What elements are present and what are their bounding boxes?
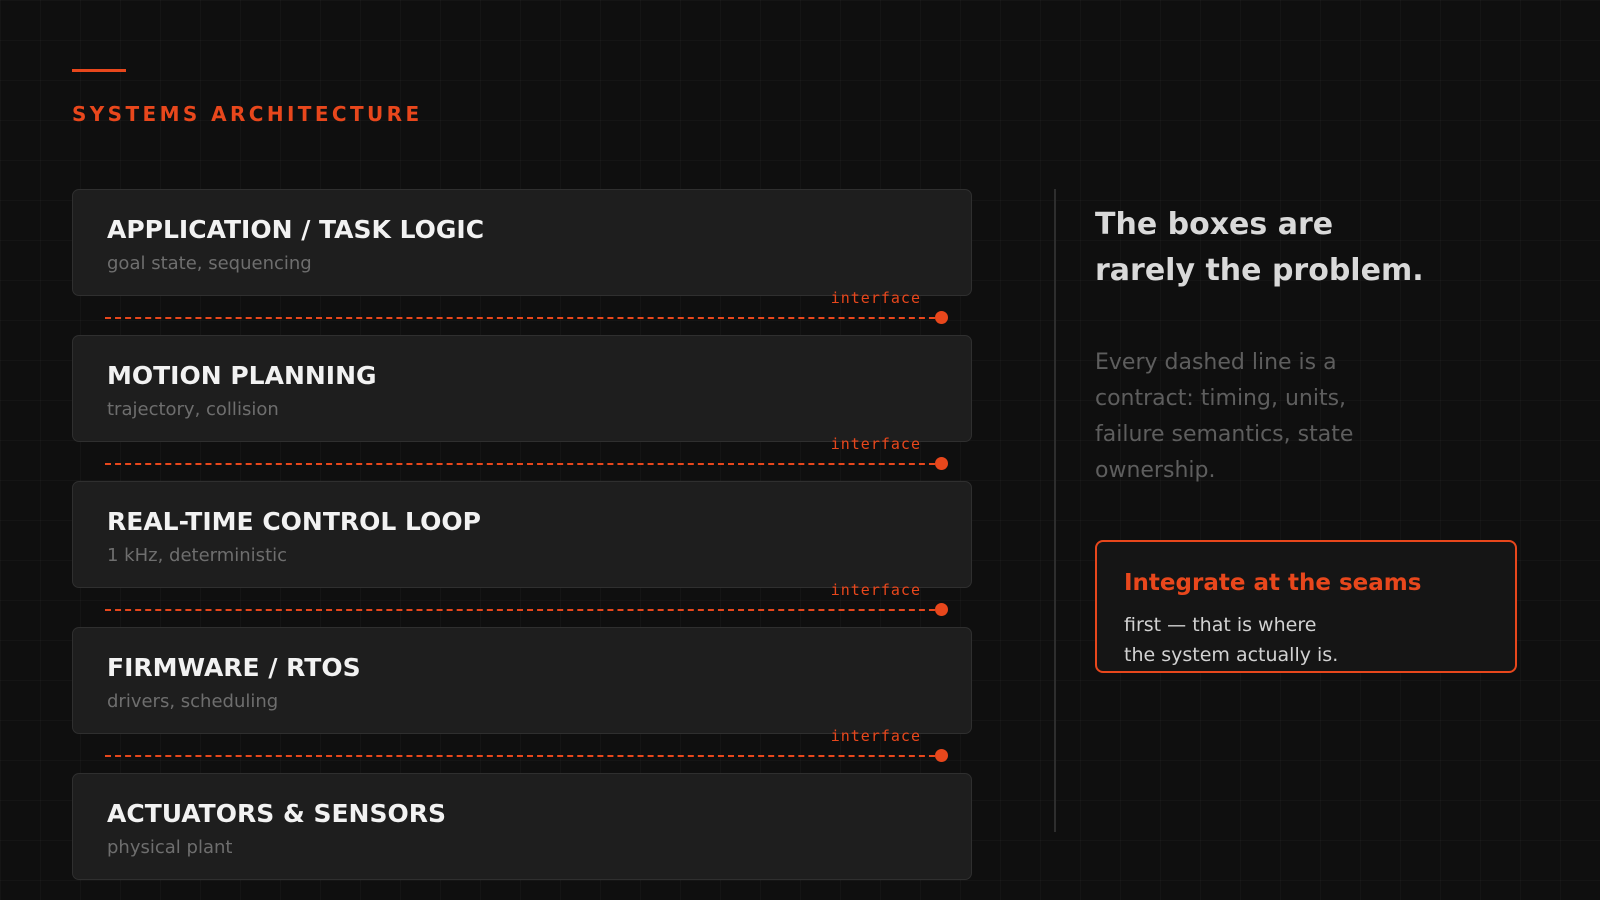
- interface-dashed-line: [105, 609, 945, 611]
- interface-connector: interface: [105, 435, 948, 476]
- interface-dot-icon: [935, 457, 948, 470]
- interface-dot-icon: [935, 749, 948, 762]
- interface-label: interface: [830, 289, 921, 307]
- interface-dashed-line: [105, 463, 945, 465]
- layer-motion-planning: MOTION PLANNING trajectory, collision: [72, 335, 972, 442]
- sidebar-body: Every dashed line is a contract: timing,…: [1095, 345, 1515, 489]
- interface-label: interface: [830, 727, 921, 745]
- interface-connector: interface: [105, 581, 948, 622]
- interface-connector: interface: [105, 727, 948, 768]
- vertical-divider: [1054, 189, 1056, 832]
- accent-bar: [72, 69, 126, 72]
- layer-title: REAL-TIME CONTROL LOOP: [107, 507, 481, 536]
- body-line: ownership.: [1095, 458, 1216, 483]
- interface-dot-icon: [935, 311, 948, 324]
- layer-application: APPLICATION / TASK LOGIC goal state, seq…: [72, 189, 972, 296]
- interface-label: interface: [830, 581, 921, 599]
- layer-title: FIRMWARE / RTOS: [107, 653, 361, 682]
- interface-dashed-line: [105, 317, 945, 319]
- layer-control-loop: REAL-TIME CONTROL LOOP 1 kHz, determinis…: [72, 481, 972, 588]
- callout-title: Integrate at the seams: [1124, 570, 1422, 596]
- callout-body: first — that is where the system actuall…: [1124, 610, 1338, 670]
- interface-label: interface: [830, 435, 921, 453]
- body-line: Every dashed line is a: [1095, 350, 1337, 375]
- body-line: failure semantics, state: [1095, 422, 1354, 447]
- section-label: SYSTEMS ARCHITECTURE: [72, 102, 423, 126]
- interface-connector: interface: [105, 289, 948, 330]
- interface-dot-icon: [935, 603, 948, 616]
- layer-title: MOTION PLANNING: [107, 361, 377, 390]
- layer-title: ACTUATORS & SENSORS: [107, 799, 446, 828]
- layer-title: APPLICATION / TASK LOGIC: [107, 215, 485, 244]
- headline-line: rarely the problem.: [1095, 253, 1424, 288]
- sidebar-headline: The boxes are rarely the problem.: [1095, 202, 1535, 294]
- callout-line: the system actually is.: [1124, 644, 1339, 666]
- callout-box: Integrate at the seams first — that is w…: [1095, 540, 1517, 673]
- layer-actuators-sensors: ACTUATORS & SENSORS physical plant: [72, 773, 972, 880]
- body-line: contract: timing, units,: [1095, 386, 1347, 411]
- layer-subtitle: drivers, scheduling: [107, 691, 279, 712]
- layer-firmware: FIRMWARE / RTOS drivers, scheduling: [72, 627, 972, 734]
- layer-subtitle: trajectory, collision: [107, 399, 279, 420]
- interface-dashed-line: [105, 755, 945, 757]
- layer-subtitle: physical plant: [107, 837, 233, 858]
- callout-line: first — that is where: [1124, 614, 1317, 636]
- layer-subtitle: goal state, sequencing: [107, 253, 312, 274]
- layer-subtitle: 1 kHz, deterministic: [107, 545, 288, 566]
- headline-line: The boxes are: [1095, 207, 1334, 242]
